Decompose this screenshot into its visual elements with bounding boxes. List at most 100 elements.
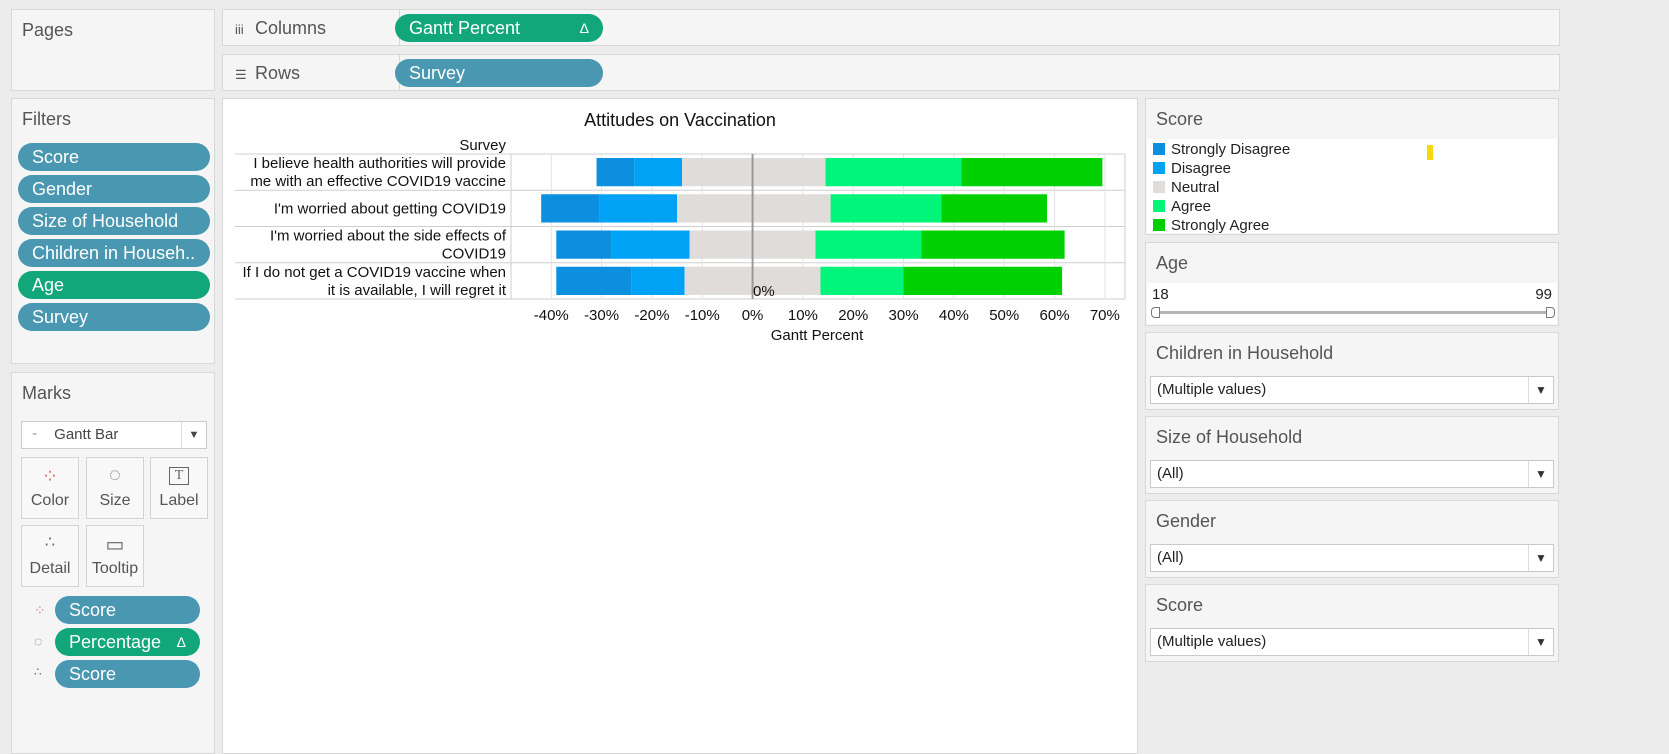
legend-item-strongly-agree[interactable]: Strongly Agree xyxy=(1153,217,1269,235)
legend-item-agree[interactable]: Agree xyxy=(1153,198,1211,216)
gender-dropdown[interactable]: (All) ▼ xyxy=(1150,544,1554,572)
rows-pill-survey[interactable]: Survey xyxy=(395,59,603,87)
color-button[interactable]: ⁘ Color xyxy=(21,457,79,519)
filter-pill-age[interactable]: Age xyxy=(18,271,210,299)
gender-dropdown-value: (All) xyxy=(1157,549,1184,566)
row-label: I'm worried about the side effects of xyxy=(270,228,507,245)
x-tick-label: 0% xyxy=(742,307,764,324)
label-button-label: Label xyxy=(159,492,199,509)
pages-shelf[interactable]: Pages xyxy=(11,9,215,91)
rows-shelf[interactable]: ☰ Rows Survey xyxy=(222,54,1560,91)
score-dropdown-value: (Multiple values) xyxy=(1157,633,1267,650)
filter-pill-children-in-household[interactable]: Children in Househ.. xyxy=(18,239,210,267)
gender-title: Gender xyxy=(1156,511,1217,531)
household-dropdown[interactable]: (All) ▼ xyxy=(1150,460,1554,488)
marks-pill-label: Score xyxy=(69,664,117,684)
marks-pill-score-color[interactable]: Score xyxy=(55,596,200,624)
children-dropdown[interactable]: (Multiple values) ▼ xyxy=(1150,376,1554,404)
detail-button[interactable]: ∴ Detail xyxy=(21,525,79,587)
tooltip-icon: ▭ xyxy=(105,534,125,556)
size-button-label: Size xyxy=(99,492,131,509)
bar-segment xyxy=(820,266,904,295)
x-tick-label: 40% xyxy=(939,307,969,324)
marks-card: Marks ⁼ Gantt Bar ▼ ⁘ Color ◌ Size T Lab… xyxy=(11,372,215,754)
age-min-value: 18 xyxy=(1152,286,1169,303)
score-dropdown[interactable]: (Multiple values) ▼ xyxy=(1150,628,1554,656)
pages-title: Pages xyxy=(22,20,74,40)
marks-pill-label: Score xyxy=(69,600,117,620)
bar-segment xyxy=(677,194,831,223)
age-slider-body: 18 99 xyxy=(1147,283,1557,324)
legend-label: Disagree xyxy=(1171,160,1232,177)
marks-pill-score-detail[interactable]: Score xyxy=(55,660,200,688)
gantt-chart: Attitudes on Vaccination Survey I believ… xyxy=(235,110,1126,344)
bar-segment xyxy=(903,266,1063,295)
chevron-down-icon: ▼ xyxy=(1528,377,1553,403)
row-label: If I do not get a COVID19 vaccine when xyxy=(243,264,506,281)
bar-segment xyxy=(556,230,612,259)
columns-icon: iii xyxy=(235,22,244,37)
legend-swatch xyxy=(1153,200,1165,212)
age-title: Age xyxy=(1156,253,1189,273)
bar-segment xyxy=(921,230,1065,259)
filter-pill-gender[interactable]: Gender xyxy=(18,175,210,203)
gantt-bar-icon: ⁼ xyxy=(32,431,38,442)
legend-label: Neutral xyxy=(1171,179,1220,196)
bar-segment xyxy=(599,194,678,223)
chart-title: Attitudes on Vaccination xyxy=(584,110,776,130)
score-legend-title: Score xyxy=(1156,109,1204,129)
tooltip-button[interactable]: ▭ Tooltip xyxy=(86,525,144,587)
x-tick-label: 70% xyxy=(1090,307,1120,324)
columns-shelf[interactable]: iii Columns Gantt Percent Δ xyxy=(222,9,1560,46)
bar-segment xyxy=(611,230,690,259)
row-labels: I believe health authorities will provid… xyxy=(243,155,507,299)
legend-item-disagree[interactable]: Disagree xyxy=(1153,160,1231,178)
filter-pill-survey[interactable]: Survey xyxy=(18,303,210,331)
x-tick-label: -40% xyxy=(534,307,569,324)
bar-segment xyxy=(541,194,600,223)
x-tick-label: -10% xyxy=(685,307,720,324)
filter-pill-score[interactable]: Score xyxy=(18,143,210,171)
label-button[interactable]: T Label xyxy=(150,457,208,519)
legend-swatch xyxy=(1153,181,1165,193)
age-slider-min-handle[interactable] xyxy=(1151,307,1160,318)
bar-segment xyxy=(961,158,1103,187)
legend-item-strongly-disagree[interactable]: Strongly Disagree xyxy=(1153,141,1290,159)
bar-segment xyxy=(682,158,826,187)
chevron-down-icon: ▼ xyxy=(1528,545,1553,571)
chevron-down-icon: ▼ xyxy=(1528,461,1553,487)
size-icon: ◌ xyxy=(109,464,121,486)
age-max-value: 99 xyxy=(1535,286,1552,303)
row-label: COVID19 xyxy=(442,246,506,263)
rows-label: Rows xyxy=(255,63,301,83)
age-slider-max-handle[interactable] xyxy=(1546,307,1555,318)
legend-label: Agree xyxy=(1171,198,1212,215)
household-dropdown-value: (All) xyxy=(1157,465,1184,482)
legend-swatch xyxy=(1153,143,1165,155)
mark-type-label: Gantt Bar xyxy=(54,426,119,443)
chevron-down-icon: ▼ xyxy=(181,422,206,448)
size-button[interactable]: ◌ Size xyxy=(86,457,144,519)
detail-icon: ∴ xyxy=(44,534,56,551)
children-title: Children in Household xyxy=(1156,343,1334,363)
x-tick-label: 50% xyxy=(989,307,1019,324)
legend-swatch xyxy=(1153,162,1165,174)
bar-segment xyxy=(556,266,632,295)
chart-view[interactable]: Attitudes on Vaccination Survey I believ… xyxy=(222,98,1138,754)
legend-swatch xyxy=(1153,219,1165,231)
marks-title: Marks xyxy=(22,383,71,403)
mark-type-dropdown[interactable]: ⁼ Gantt Bar ▼ xyxy=(21,421,207,449)
delta-icon: Δ xyxy=(579,20,589,36)
color-button-label: Color xyxy=(30,492,70,509)
bar-segment xyxy=(830,194,942,223)
legend-item-neutral[interactable]: Neutral xyxy=(1153,179,1219,197)
marks-pill-percentage-size[interactable]: Percentage Δ xyxy=(55,628,200,656)
x-tick-label: 60% xyxy=(1040,307,1070,324)
age-slider-track[interactable] xyxy=(1155,311,1551,314)
row-label: I'm worried about getting COVID19 xyxy=(274,200,506,217)
columns-pill-gantt-percent[interactable]: Gantt Percent Δ xyxy=(395,14,603,42)
filter-pill-size-of-household[interactable]: Size of Household xyxy=(18,207,210,235)
bar-segment xyxy=(815,230,922,259)
filters-shelf[interactable]: Filters Score Gender Size of Household C… xyxy=(11,98,215,364)
x-tick-label: 20% xyxy=(838,307,868,324)
